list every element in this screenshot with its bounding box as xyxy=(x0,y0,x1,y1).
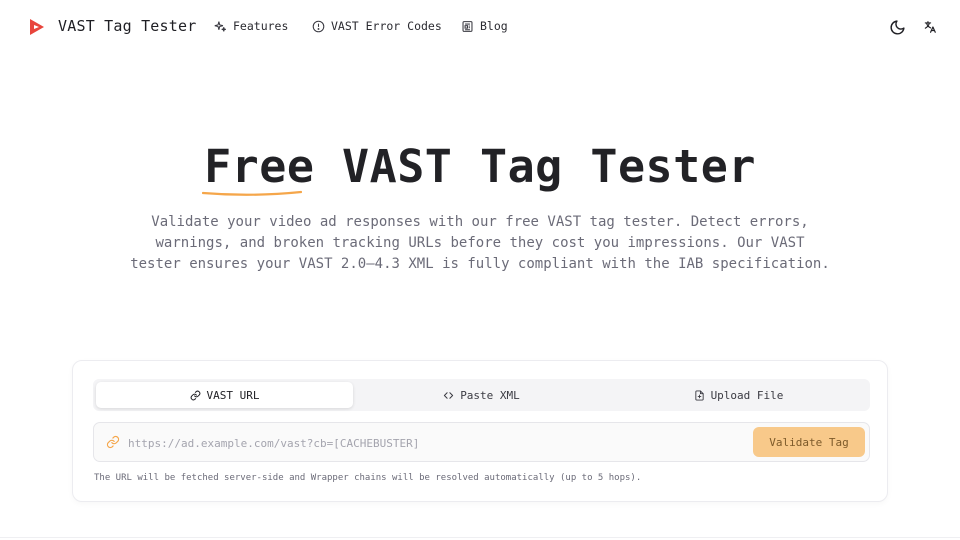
tab-label: VAST URL xyxy=(206,388,260,402)
hero-title: Free VAST Tag Tester xyxy=(0,140,960,196)
input-mode-tabs: VAST URL Paste XML Upload File xyxy=(93,379,870,411)
theme-toggle-button[interactable] xyxy=(886,16,908,38)
underline-decoration xyxy=(202,190,303,196)
tab-label: Paste XML xyxy=(460,388,520,402)
moon-icon xyxy=(890,19,905,34)
sparkles-icon xyxy=(214,20,226,32)
title-highlight: Free xyxy=(202,140,315,196)
title-rest: VAST Tag Tester xyxy=(314,140,756,193)
tab-upload-file[interactable]: Upload File xyxy=(610,382,867,408)
hero-subtitle: Validate your video ad responses with ou… xyxy=(130,214,830,272)
validate-tag-button[interactable]: Validate Tag xyxy=(753,427,865,457)
nav-link-blog[interactable]: Blog xyxy=(461,19,508,33)
link-icon xyxy=(190,390,200,400)
title-highlight-text: Free xyxy=(204,140,315,193)
file-icon xyxy=(694,389,704,401)
nav-link-features[interactable]: Features xyxy=(214,19,288,33)
logo-icon[interactable] xyxy=(28,17,46,37)
newspaper-icon xyxy=(462,20,473,32)
nav-link-label: Blog xyxy=(480,19,508,33)
tab-paste-xml[interactable]: Paste XML xyxy=(353,382,610,408)
nav-link-label: Features xyxy=(233,19,289,33)
url-hint-text: The URL will be fetched server-side and … xyxy=(94,473,642,483)
code-icon xyxy=(444,391,454,399)
tab-vast-url[interactable]: VAST URL xyxy=(96,382,353,408)
translate-icon xyxy=(924,21,936,33)
brand-name[interactable]: VAST Tag Tester xyxy=(58,17,196,35)
vast-url-input[interactable] xyxy=(128,432,738,454)
language-button[interactable] xyxy=(919,16,941,38)
link-icon xyxy=(106,435,120,449)
top-nav: VAST Tag Tester Features VAST Error Code… xyxy=(0,0,960,54)
section-divider xyxy=(0,537,960,538)
nav-link-label: VAST Error Codes xyxy=(331,19,442,33)
alert-circle-icon xyxy=(312,20,325,32)
tester-card: VAST URL Paste XML Upload File Validate … xyxy=(72,360,888,502)
tab-label: Upload File xyxy=(710,388,784,402)
nav-link-error-codes[interactable]: VAST Error Codes xyxy=(312,19,442,33)
url-input-row: Validate Tag xyxy=(93,422,870,462)
